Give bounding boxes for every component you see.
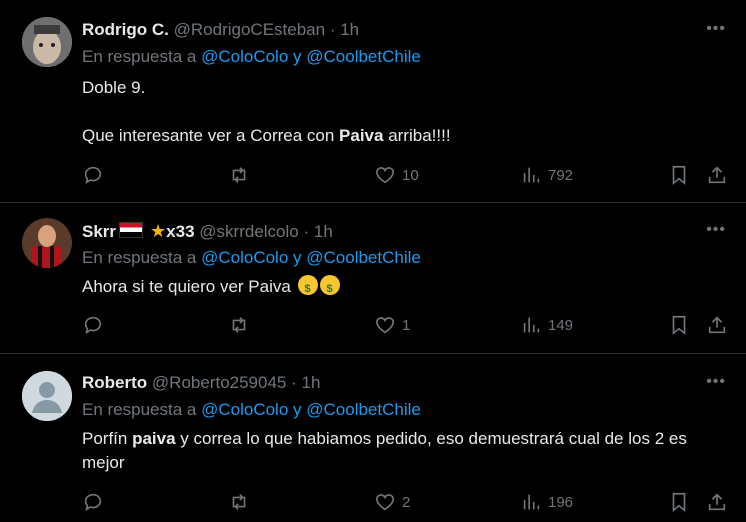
tweet-line: Doble 9.: [82, 78, 146, 97]
separator: ·: [291, 373, 297, 392]
avatar-photo: [22, 218, 72, 268]
reply-join: y: [293, 248, 302, 267]
timestamp[interactable]: 1h: [340, 20, 359, 39]
more-options-icon[interactable]: •••: [706, 20, 726, 38]
share-button[interactable]: [706, 163, 728, 187]
author-name[interactable]: Roberto: [82, 373, 147, 392]
more-options-icon[interactable]: •••: [706, 373, 726, 391]
reply-prefix: En respuesta a: [82, 400, 197, 419]
share-button[interactable]: [706, 313, 728, 337]
avatar[interactable]: [22, 371, 72, 421]
views-button[interactable]: 792: [520, 163, 573, 187]
action-bar: 2 196: [82, 490, 732, 514]
tweet-text: Porfín paiva y correa lo que habiamos pe…: [82, 429, 687, 472]
author-handle[interactable]: @skrrdelcolo: [199, 222, 298, 241]
retweet-icon: [232, 167, 246, 183]
flag-icon: [119, 222, 144, 238]
views-icon: [523, 317, 540, 333]
tweet-header: Skrr ★x33 @skrrdelcolo · 1h: [82, 221, 333, 242]
share-button[interactable]: [706, 490, 728, 514]
like-button[interactable]: 1: [374, 313, 410, 337]
reply-icon: [84, 316, 102, 335]
reply-context: En respuesta a @ColoColo y @CoolbetChile: [82, 248, 421, 268]
default-avatar-icon: [22, 371, 72, 421]
tweet-2[interactable]: Skrr ★x33 @skrrdelcolo · 1h ••• En respue…: [0, 203, 746, 353]
retweet-button[interactable]: [228, 313, 250, 337]
tweet-3[interactable]: Roberto @Roberto259045 · 1h ••• En respu…: [0, 354, 746, 522]
mention-link[interactable]: @ColoColo: [201, 248, 288, 267]
retweet-icon: [232, 317, 246, 333]
reply-prefix: En respuesta a: [82, 248, 197, 267]
bookmark-icon: [672, 492, 686, 513]
retweet-button[interactable]: [228, 163, 250, 187]
separator: ·: [303, 222, 310, 241]
reply-button[interactable]: [82, 163, 104, 187]
action-bar: 10 792: [82, 163, 732, 187]
money-face-emoji-icon: [297, 275, 318, 301]
reply-button[interactable]: [82, 490, 104, 514]
separator: ·: [329, 20, 336, 39]
author-name[interactable]: Rodrigo C.: [82, 20, 169, 39]
bookmark-button[interactable]: [668, 163, 690, 187]
share-icon: [708, 316, 726, 334]
tweet-text: Doble 9. Que interesante ver a Correa co…: [82, 76, 732, 148]
mention-link[interactable]: @CoolbetChile: [306, 47, 421, 66]
like-button[interactable]: 10: [374, 163, 419, 187]
bookmark-button[interactable]: [668, 490, 690, 514]
like-icon: [375, 167, 395, 184]
views-button[interactable]: 196: [520, 490, 573, 514]
view-count: 792: [548, 166, 574, 184]
mention-link[interactable]: @CoolbetChile: [306, 248, 421, 267]
mention-link[interactable]: @CoolbetChile: [306, 400, 421, 419]
timestamp[interactable]: 1h: [302, 373, 321, 392]
reply-join: y: [293, 47, 302, 66]
tweet-line: Que interesante ver a Correa con Paiva a…: [82, 126, 451, 145]
tweet-text: Ahora si te quiero ver Paiva: [82, 275, 732, 301]
like-icon: [375, 317, 395, 334]
bookmark-button[interactable]: [668, 313, 690, 337]
money-face-emoji-icon: [319, 275, 340, 301]
reply-context: En respuesta a @ColoColo y @CoolbetChile: [82, 400, 421, 420]
bookmark-icon: [672, 165, 686, 186]
retweet-icon: [232, 494, 246, 510]
view-count: 149: [548, 316, 574, 334]
reply-prefix: En respuesta a: [82, 47, 197, 66]
like-icon: [375, 494, 395, 511]
view-count: 196: [548, 493, 574, 511]
mention-link[interactable]: @ColoColo: [201, 400, 288, 419]
avatar[interactable]: [22, 218, 72, 268]
tweet-header: Rodrigo C. @RodrigoCEsteban · 1h: [82, 20, 359, 40]
reply-icon: [84, 166, 102, 185]
like-button[interactable]: 2: [374, 490, 410, 514]
mention-link[interactable]: @ColoColo: [201, 47, 288, 66]
like-count: 10: [402, 166, 419, 184]
avatar[interactable]: [22, 17, 72, 67]
timestamp[interactable]: 1h: [314, 222, 333, 241]
action-bar: 1 149: [82, 313, 732, 337]
like-count: 1: [402, 316, 411, 334]
more-options-icon[interactable]: •••: [706, 221, 726, 239]
author-handle[interactable]: @Roberto259045: [152, 373, 286, 392]
reply-button[interactable]: [82, 313, 104, 337]
tweet-1[interactable]: Rodrigo C. @RodrigoCEsteban · 1h ••• En …: [0, 0, 746, 202]
views-icon: [523, 494, 540, 510]
author-handle[interactable]: @RodrigoCEsteban: [174, 20, 325, 39]
reply-context: En respuesta a @ColoColo y @CoolbetChile: [82, 47, 421, 67]
bookmark-icon: [672, 315, 686, 336]
share-icon: [708, 166, 726, 184]
tweet-header: Roberto @Roberto259045 · 1h: [82, 373, 320, 393]
retweet-button[interactable]: [228, 490, 250, 514]
star-icon: ★: [150, 221, 167, 241]
share-icon: [708, 493, 726, 511]
views-icon: [523, 167, 540, 183]
reply-icon: [84, 493, 102, 512]
avatar-photo: [22, 17, 72, 67]
like-count: 2: [402, 493, 411, 511]
views-button[interactable]: 149: [520, 313, 573, 337]
reply-join: y: [293, 400, 302, 419]
author-name[interactable]: Skrr ★x33: [82, 221, 195, 241]
